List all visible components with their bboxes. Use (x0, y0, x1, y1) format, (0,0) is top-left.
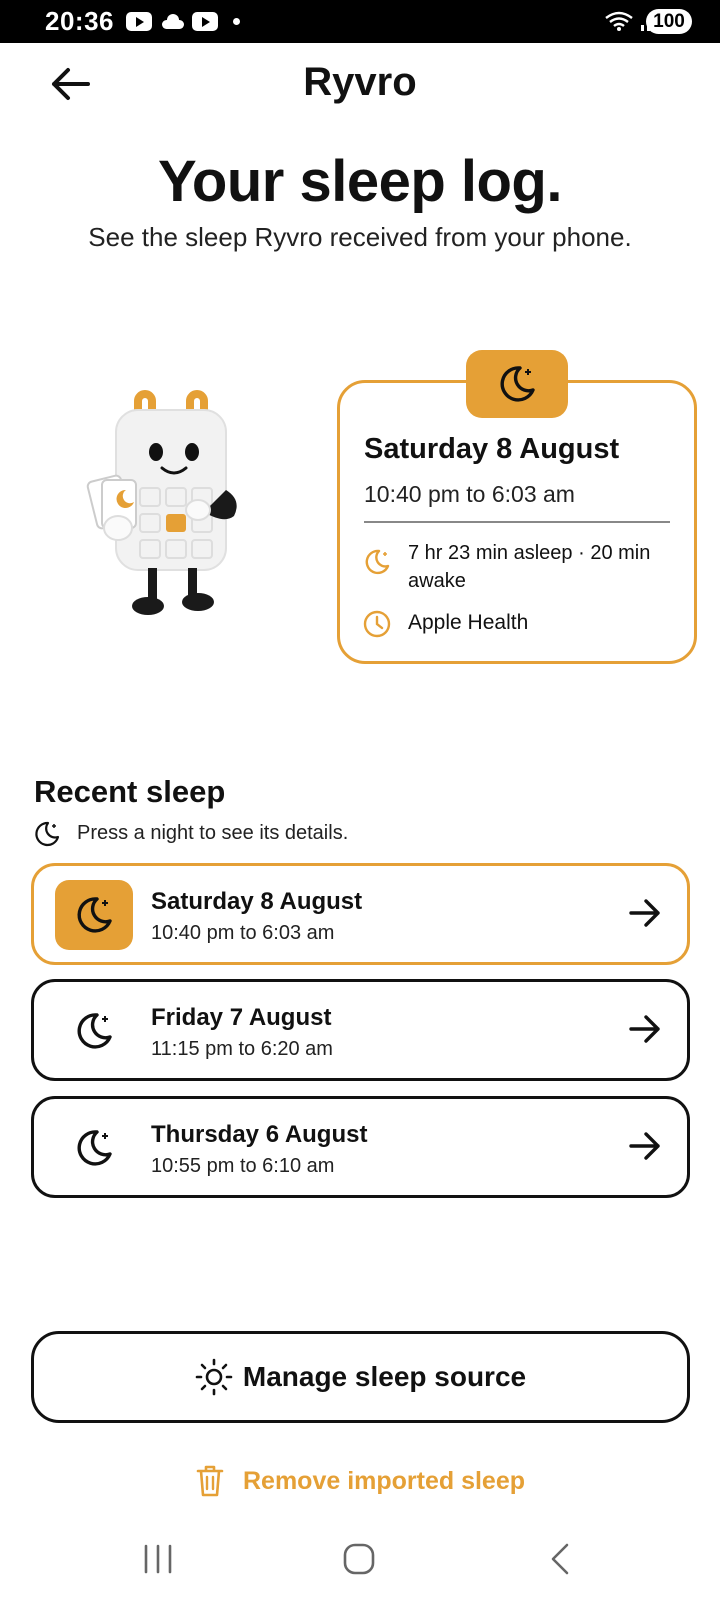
remove-imported-sleep-label: Remove imported sleep (242, 1466, 526, 1495)
arrow-right-icon (629, 1131, 661, 1166)
moon-icon (77, 897, 112, 933)
system-navigation-bar (0, 1520, 720, 1600)
detail-time-range: 10:40 pm to 6:03 am (364, 481, 575, 507)
arrow-right-icon (629, 898, 661, 933)
moon-icon (500, 366, 535, 402)
system-back-button[interactable] (548, 1542, 572, 1581)
moon-icon (77, 1130, 112, 1166)
recent-sleep-hint: Press a night to see its details. (77, 822, 349, 844)
detail-sleep-summary: 7 hr 23 min asleep · 20 min awake (408, 542, 651, 592)
more-notifications-icon (233, 18, 240, 25)
recents-icon (144, 1544, 172, 1574)
calendar-mascot-illustration (86, 390, 237, 615)
home-button[interactable] (342, 1542, 376, 1581)
youtube-icon (192, 12, 218, 31)
sleep-item-time-range: 11:15 pm to 6:20 am (151, 1038, 333, 1060)
manage-sleep-source-button[interactable]: Manage sleep source (31, 1331, 690, 1423)
moon-icon (33, 820, 61, 853)
youtube-icon (126, 12, 152, 31)
status-time: 20:36 (45, 6, 114, 36)
chevron-left-icon (551, 1543, 569, 1575)
sun-settings-icon (195, 1358, 233, 1396)
list-item-icon-box (55, 880, 133, 950)
recent-sleep-title: Recent sleep (34, 774, 226, 809)
detail-date: Saturday 8 August (364, 433, 620, 465)
moon-icon (77, 1013, 112, 1049)
app-title: Ryvro (303, 60, 417, 104)
sleep-item-time-range: 10:55 pm to 6:10 am (151, 1155, 335, 1177)
home-icon (343, 1543, 375, 1575)
list-item-icon-box (55, 996, 133, 1066)
trash-icon (196, 1465, 224, 1497)
status-bar: 20:36 100 (0, 0, 720, 43)
page-headline: Your sleep log. (158, 149, 562, 214)
page-subtitle: See the sleep Ryvro received from your p… (88, 222, 632, 252)
sleep-item-time-range: 10:40 pm to 6:03 am (151, 922, 335, 944)
remove-imported-sleep-button[interactable]: Remove imported sleep (0, 1456, 720, 1506)
detail-moon-badge (466, 350, 568, 418)
recent-apps-button[interactable] (142, 1544, 174, 1579)
manage-sleep-source-label: Manage sleep source (242, 1361, 527, 1392)
battery-indicator: 100 (646, 9, 692, 34)
moon-icon (362, 547, 392, 582)
detail-source: Apple Health (408, 611, 529, 634)
cloud-icon (159, 14, 185, 29)
sleep-item-date: Friday 7 August (151, 1004, 332, 1031)
sleep-list-item[interactable]: Friday 7 August 11:15 pm to 6:20 am (31, 979, 690, 1081)
sleep-item-date: Thursday 6 August (151, 1121, 368, 1148)
sleep-list-item[interactable]: Saturday 8 August 10:40 pm to 6:03 am (31, 863, 690, 965)
arrow-right-icon (629, 1014, 661, 1049)
clock-icon (362, 609, 392, 644)
list-item-icon-box (55, 1113, 133, 1183)
sleep-detail-card: Saturday 8 August 10:40 pm to 6:03 am 7 … (337, 380, 697, 664)
notification-icons (126, 12, 240, 31)
sleep-list-item[interactable]: Thursday 6 August 10:55 pm to 6:10 am (31, 1096, 690, 1198)
detail-divider (364, 521, 670, 523)
wifi-icon (605, 11, 633, 31)
sleep-item-date: Saturday 8 August (151, 888, 363, 915)
